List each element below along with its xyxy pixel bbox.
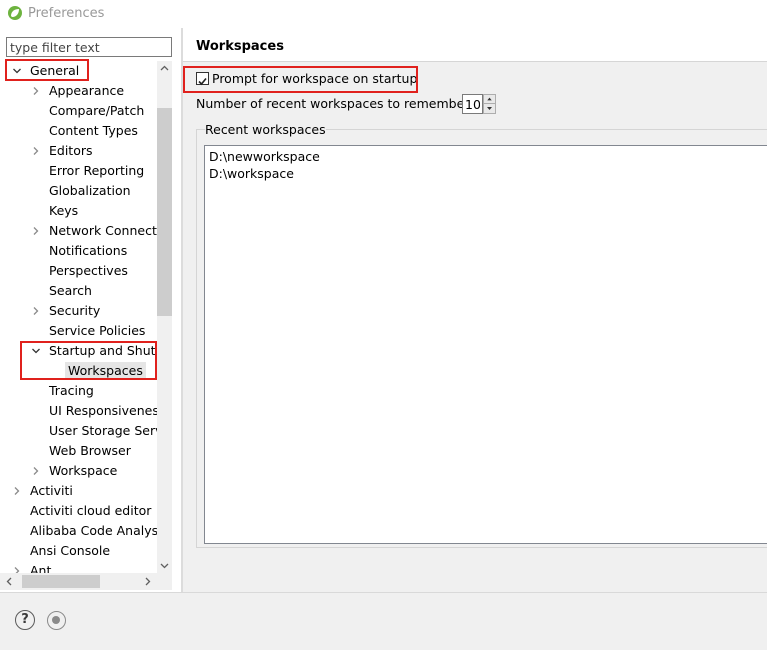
scroll-up-arrow-icon[interactable] — [157, 61, 172, 76]
tree-item[interactable]: Search — [0, 281, 157, 301]
tree-item[interactable]: User Storage Service — [0, 421, 157, 441]
tree-item-label: Search — [49, 283, 92, 298]
tree-item[interactable]: Workspace — [0, 461, 157, 481]
window-title: Preferences — [28, 6, 105, 21]
tree-item-label: Ant — [30, 563, 52, 573]
tree-item[interactable]: General — [0, 61, 157, 81]
spin-up-icon[interactable] — [484, 95, 495, 104]
tree-item-label: Activiti — [30, 483, 73, 498]
tree-item[interactable]: Startup and Shutdown — [0, 341, 157, 361]
tree-item[interactable]: Keys — [0, 201, 157, 221]
spring-leaf-icon — [8, 6, 22, 20]
list-item[interactable]: D:\workspace — [209, 165, 294, 182]
recent-count-spinner[interactable] — [483, 94, 496, 114]
tree-item[interactable]: Workspaces — [0, 361, 157, 381]
tree-item[interactable]: Activiti cloud editor — [0, 501, 157, 521]
preferences-tree: General Appearance Compare/Patch Content Ty… — [0, 61, 157, 573]
recent-workspaces-title: Recent workspaces — [205, 122, 326, 138]
tree-item-label: Service Policies — [49, 323, 146, 338]
prompt-workspace-label: Prompt for workspace on startup — [212, 71, 418, 86]
recent-count-label: Number of recent workspaces to remember: — [196, 96, 474, 111]
tree-item-label: UI Responsiveness Monitoring — [49, 403, 157, 418]
scroll-right-arrow-icon[interactable] — [140, 574, 155, 589]
tree-item[interactable]: Ant — [0, 561, 157, 573]
prompt-workspace-checkbox[interactable] — [196, 72, 209, 86]
workspaces-page: Workspaces Prompt for workspace on start… — [183, 28, 767, 592]
checkmark-icon — [198, 77, 207, 86]
tree-item-label: Keys — [49, 203, 79, 218]
tree-item-label: Editors — [49, 143, 93, 158]
tree-item[interactable]: Web Browser — [0, 441, 157, 461]
tree-item[interactable]: Ansi Console — [0, 541, 157, 561]
chevron-right-icon[interactable] — [30, 465, 42, 477]
tree-item[interactable]: Network Connections — [0, 221, 157, 241]
tree-item[interactable]: Compare/Patch — [0, 101, 157, 121]
tree-item-label: Content Types — [49, 123, 138, 138]
tree-item-label: Web Browser — [49, 443, 131, 458]
tree-item[interactable]: Notifications — [0, 241, 157, 261]
tree-item[interactable]: Globalization — [0, 181, 157, 201]
tree-item[interactable]: Tracing — [0, 381, 157, 401]
chevron-down-icon[interactable] — [30, 345, 42, 357]
scroll-down-arrow-icon[interactable] — [157, 558, 172, 573]
tree-item-label: Error Reporting — [49, 163, 145, 178]
tree-item[interactable]: Error Reporting — [0, 161, 157, 181]
filter-input[interactable] — [6, 37, 172, 57]
tree-item-label: Ansi Console — [30, 543, 111, 558]
chevron-right-icon[interactable] — [30, 225, 42, 237]
tree-item-label: User Storage Service — [49, 423, 157, 438]
tree-item[interactable]: Content Types — [0, 121, 157, 141]
tree-item[interactable]: Perspectives — [0, 261, 157, 281]
title-bar: Preferences — [0, 0, 767, 28]
tree-item-label: Tracing — [49, 383, 94, 398]
tree-item[interactable]: Alibaba Code Analysis — [0, 521, 157, 541]
vertical-scrollbar[interactable] — [157, 61, 172, 573]
tree-item-label: Security — [49, 303, 101, 318]
tree-item-label: Globalization — [49, 183, 131, 198]
tree-item[interactable]: Activiti — [0, 481, 157, 501]
chevron-right-icon[interactable] — [30, 85, 42, 97]
recent-workspaces-list[interactable]: D:\newworkspace D:\workspace — [204, 145, 767, 544]
horizontal-scroll-thumb[interactable] — [22, 575, 100, 588]
chevron-right-icon[interactable] — [30, 145, 42, 157]
tree-item-label: Network Connections — [49, 223, 157, 238]
tree-item-label: Appearance — [49, 83, 125, 98]
tree-item[interactable]: Service Policies — [0, 321, 157, 341]
tree-item-label: Perspectives — [49, 263, 128, 278]
help-question-icon[interactable]: ? — [15, 610, 35, 630]
chevron-right-icon[interactable] — [11, 565, 23, 573]
tree-item-label: Activiti cloud editor — [30, 503, 152, 518]
chevron-right-icon[interactable] — [30, 305, 42, 317]
page-title: Workspaces — [196, 39, 284, 54]
recent-count-input[interactable] — [462, 94, 483, 114]
tree-item[interactable]: Appearance — [0, 81, 157, 101]
page-header: Workspaces — [183, 28, 767, 62]
tree-item-label: Startup and Shutdown — [49, 343, 157, 358]
list-item[interactable]: D:\newworkspace — [209, 148, 320, 165]
tree-item-label: Workspaces — [65, 362, 146, 380]
spin-down-icon[interactable] — [484, 104, 495, 113]
record-settings-icon[interactable] — [47, 611, 66, 630]
tree-item-label: Workspace — [49, 463, 118, 478]
tree-item-label: Compare/Patch — [49, 103, 145, 118]
tree-item[interactable]: Editors — [0, 141, 157, 161]
preferences-navigation: General Appearance Compare/Patch Content Ty… — [0, 28, 181, 592]
tree-item-label: Alibaba Code Analysis — [30, 523, 157, 538]
tree-item[interactable]: UI Responsiveness Monitoring — [0, 401, 157, 421]
scroll-corner — [157, 573, 172, 590]
vertical-scroll-thumb[interactable] — [157, 108, 172, 316]
chevron-down-icon[interactable] — [11, 65, 23, 77]
tree-item-label: Notifications — [49, 243, 128, 258]
tree-item[interactable]: Security — [0, 301, 157, 321]
chevron-right-icon[interactable] — [11, 485, 23, 497]
dialog-button-bar: ? — [0, 592, 767, 650]
tree-item-label: General — [30, 63, 80, 78]
scroll-left-arrow-icon[interactable] — [2, 574, 17, 589]
horizontal-scrollbar[interactable] — [0, 573, 157, 590]
